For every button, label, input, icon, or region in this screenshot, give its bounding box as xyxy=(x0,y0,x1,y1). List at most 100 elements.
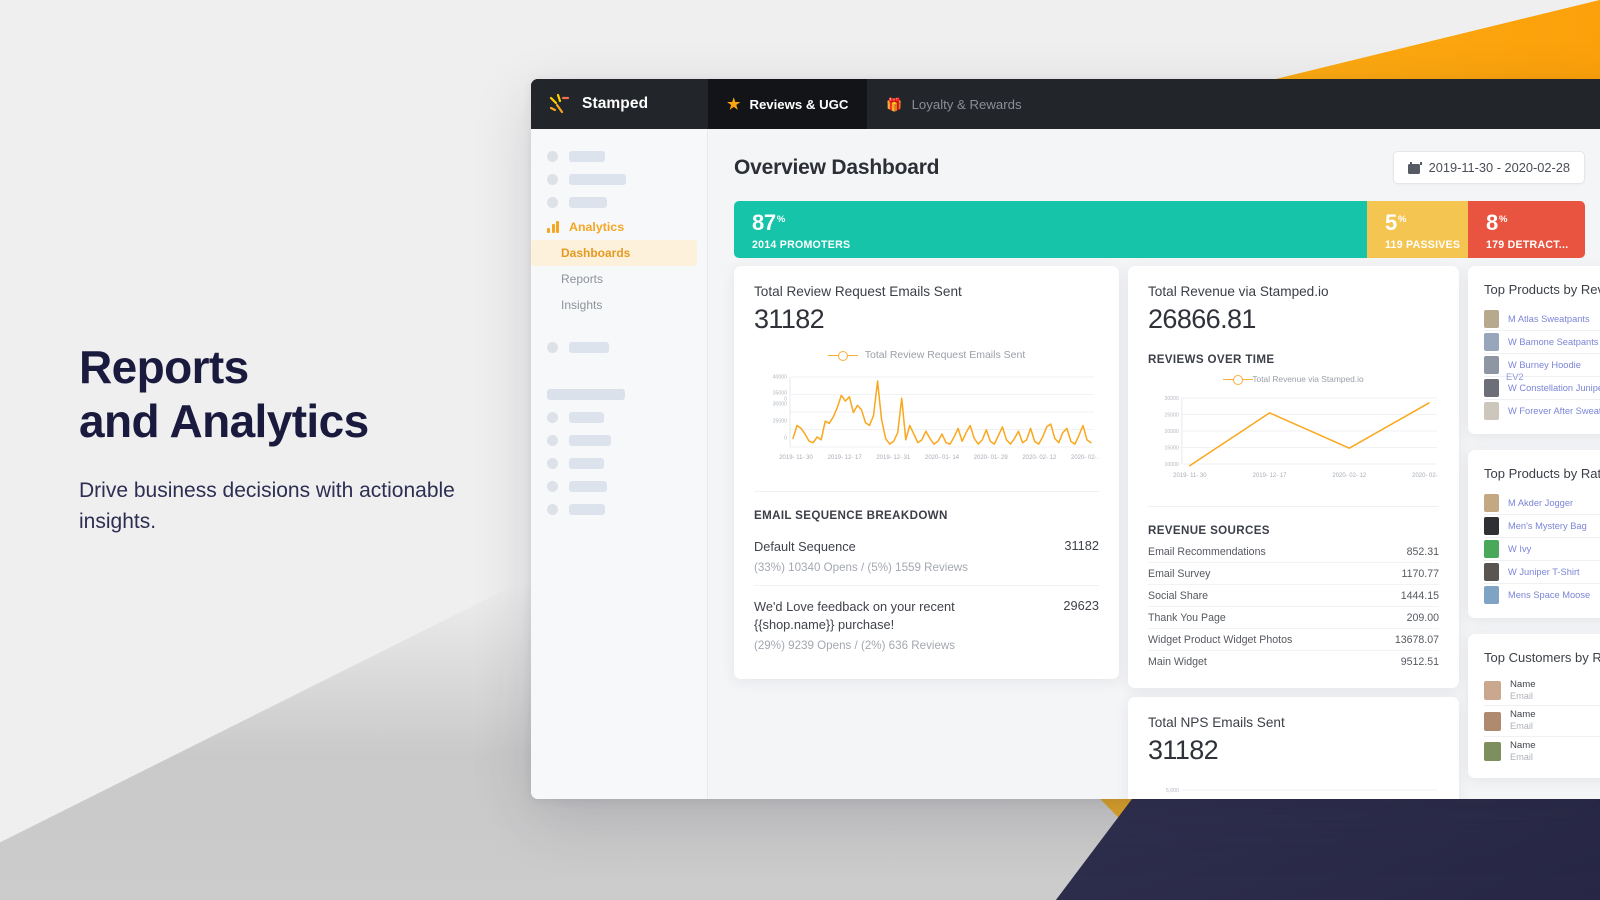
nav-tab-reviews-ugc[interactable]: ★ Reviews & UGC xyxy=(708,79,868,129)
product-name-link[interactable]: W Forever After Sweater xyxy=(1508,406,1600,416)
nps-detractors-percent: 8% xyxy=(1486,210,1585,236)
svg-text:0: 0 xyxy=(784,436,787,442)
svg-text:5,000: 5,000 xyxy=(1166,788,1179,794)
svg-text:2020- 01- 29: 2020- 01- 29 xyxy=(974,455,1009,461)
product-name-link[interactable]: W Bamone Seatpants xyxy=(1508,337,1598,347)
customer-email: Email xyxy=(1510,751,1533,762)
gift-icon: 🎁 xyxy=(886,96,903,112)
product-row[interactable]: Men's Mystery Bag xyxy=(1484,515,1600,538)
sidebar-skeleton-item[interactable] xyxy=(531,191,707,214)
product-name-link[interactable]: Men's Mystery Bag xyxy=(1508,521,1587,531)
nav-tab-loyalty-rewards[interactable]: 🎁 Loyalty & Rewards xyxy=(867,79,1040,129)
nps-passives-percent-value: 5 xyxy=(1385,210,1397,235)
svg-text:25000: 25000 xyxy=(773,419,788,425)
product-name-link[interactable]: W Ivy xyxy=(1508,544,1531,554)
brand-name: Stamped xyxy=(582,95,649,112)
product-row[interactable]: W Forever After Sweater xyxy=(1484,400,1600,422)
nps-passives-label: 119 PASSIVES xyxy=(1385,239,1461,251)
brand-logo-area[interactable]: Stamped xyxy=(531,79,708,129)
svg-text:2019- 12- 17: 2019- 12- 17 xyxy=(828,455,863,461)
product-row[interactable]: W Juniper T-Shirt xyxy=(1484,561,1600,584)
sidebar-skeleton-icon xyxy=(547,151,558,162)
heading-line-2: and Analytics xyxy=(79,395,369,448)
product-name-link[interactable]: W Constellation Juniper Hoodie EV2 xyxy=(1508,383,1600,393)
sidebar-skeleton-item[interactable] xyxy=(531,336,707,359)
customer-row[interactable]: Name Email xyxy=(1484,676,1600,707)
product-thumbnail xyxy=(1484,517,1499,535)
customer-row[interactable]: Name Email xyxy=(1484,706,1600,737)
card-title: Total NPS Emails Sent xyxy=(1148,715,1285,730)
legend-label: Total Review Request Emails Sent xyxy=(864,349,1026,361)
dashboard-card-grid: Total Review Request Emails Sent 31182 T… xyxy=(734,266,1600,799)
dashboard-column-left: Total Review Request Emails Sent 31182 T… xyxy=(734,266,1119,799)
nps-passives-segment[interactable]: 5% 119 PASSIVES xyxy=(1367,201,1468,258)
sidebar-item-insights[interactable]: Insights xyxy=(531,292,707,318)
nps-promoters-segment[interactable]: 87% 2014 PROMOTERS xyxy=(734,201,1367,258)
product-row[interactable]: Mens Space Moose xyxy=(1484,584,1600,606)
stamped-spark-logo-icon xyxy=(547,92,571,116)
card-title: Top Customers by Reviews xyxy=(1484,650,1600,665)
dashboard-column-right: Top Products by Reviews M Atlas Sweatpan… xyxy=(1468,266,1600,799)
revenue-sources-table: Email Recommendations 852.31 Email Survey 1… xyxy=(1148,541,1439,672)
nps-summary-bar: 87% 2014 PROMOTERS 5% 119 PASSIVES 8% 17… xyxy=(734,201,1585,258)
svg-text:2019- 11- 30: 2019- 11- 30 xyxy=(1173,473,1207,479)
product-thumbnail xyxy=(1484,379,1499,397)
sidebar-skeleton-label xyxy=(569,435,611,446)
customer-row[interactable]: Name Email xyxy=(1484,737,1600,766)
sidebar-item-dashboards[interactable]: Dashboards xyxy=(531,240,697,266)
revenue-source-value: 209.00 xyxy=(1406,611,1439,624)
card-title: Top Products by Ratings xyxy=(1484,466,1600,481)
product-thumbnail xyxy=(1484,356,1499,374)
email-sequence-row[interactable]: Default Sequence 31182 (33%) 10340 Opens… xyxy=(754,526,1099,587)
sidebar-item-reports[interactable]: Reports xyxy=(531,266,707,292)
product-name-link[interactable]: W Juniper T-Shirt xyxy=(1508,567,1580,577)
svg-text:2020- 01- 14: 2020- 01- 14 xyxy=(925,455,960,461)
nps-promoters-label: 2014 PROMOTERS xyxy=(752,239,851,251)
email-sequence-count: 31182 xyxy=(1064,538,1099,553)
product-row[interactable]: W Bamone Seatpants xyxy=(1484,331,1600,354)
sidebar-skeleton-label xyxy=(569,412,604,423)
sidebar-skeleton-item[interactable] xyxy=(531,406,707,429)
revenue-source-name: Email Recommendations xyxy=(1148,545,1266,558)
product-row[interactable]: M Atlas Sweatpants xyxy=(1484,308,1600,331)
email-sequence-name: We'd Love feedback on your recent {{shop… xyxy=(754,599,955,632)
card-value: 26866.81 xyxy=(1148,304,1256,334)
date-range-picker[interactable]: 2019-11-30 - 2020-02-28 xyxy=(1392,151,1585,184)
card-total-nps-emails: Total NPS Emails Sent 31182 5,0002,0001,… xyxy=(1128,697,1459,799)
page-subheading: Drive business decisions with actionable… xyxy=(79,478,455,534)
product-row[interactable]: W Constellation Juniper Hoodie EV2EV2 xyxy=(1484,372,1600,400)
sidebar-skeleton-item[interactable] xyxy=(531,429,707,452)
card-title: Total Revenue via Stamped.io xyxy=(1148,284,1329,299)
product-thumbnail xyxy=(1484,563,1499,581)
product-name-link[interactable]: W Burney Hoodie xyxy=(1508,360,1581,370)
svg-text:30000: 30000 xyxy=(773,402,788,408)
revenue-source-name: Email Survey xyxy=(1148,567,1211,580)
product-name-link[interactable]: M Atlas Sweatpants xyxy=(1508,314,1590,324)
email-sequence-row[interactable]: We'd Love feedback on your recent {{shop… xyxy=(754,586,1099,663)
top-customers-list: Name Email Name Email Name Email xyxy=(1484,676,1600,766)
product-row[interactable]: M Akder Jogger xyxy=(1484,492,1600,515)
product-thumbnail xyxy=(1484,333,1499,351)
chart-legend: Total Review Request Emails Sent xyxy=(754,349,1099,361)
product-row[interactable]: W Ivy xyxy=(1484,538,1600,561)
sidebar-skeleton-item[interactable] xyxy=(531,168,707,191)
sidebar-skeleton-item[interactable] xyxy=(531,452,707,475)
svg-text:40000: 40000 xyxy=(773,375,788,381)
sidebar-skeleton-item[interactable] xyxy=(531,498,707,521)
nps-detractors-segment[interactable]: 8% 179 DETRACT... xyxy=(1468,201,1585,258)
sidebar-item-analytics[interactable]: Analytics xyxy=(531,214,707,240)
card-top-products-by-reviews: Top Products by Reviews M Atlas Sweatpan… xyxy=(1468,266,1600,434)
svg-text:30000: 30000 xyxy=(1164,396,1179,402)
sidebar-skeleton-item[interactable] xyxy=(531,475,707,498)
card-top-products-by-ratings: Top Products by Ratings M Akder Jogger Me… xyxy=(1468,450,1600,618)
nps-detractors-percent-value: 8 xyxy=(1486,210,1498,235)
product-row[interactable]: W Burney Hoodie xyxy=(1484,354,1600,377)
main-content: Overview Dashboard 2019-11-30 - 2020-02-… xyxy=(708,129,1600,799)
sidebar-skeleton-label xyxy=(569,481,607,492)
star-icon: ★ xyxy=(727,95,741,113)
product-name-link[interactable]: M Akder Jogger xyxy=(1508,498,1573,508)
product-name-link[interactable]: Mens Space Moose xyxy=(1508,590,1590,600)
revenue-source-row: Email Recommendations 852.31 xyxy=(1148,541,1439,563)
page-title: Overview Dashboard xyxy=(734,155,940,179)
sidebar-skeleton-item[interactable] xyxy=(531,145,707,168)
